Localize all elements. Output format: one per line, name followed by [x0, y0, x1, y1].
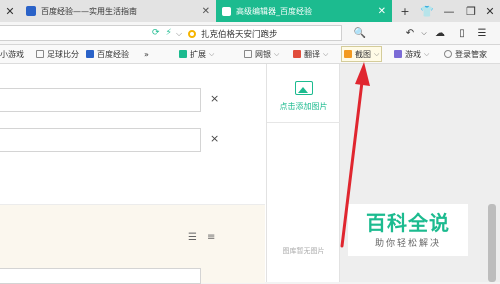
- add-image-button[interactable]: 点击添加图片: [267, 70, 340, 123]
- url-input[interactable]: ⟳ ⚡ ⌵ 扎克伯格天安门跑步: [0, 25, 342, 41]
- image-library-panel: 点击添加图片 图库暂无图片: [266, 64, 340, 282]
- close-tab-icon[interactable]: ✕: [202, 6, 210, 17]
- menu-icon[interactable]: ☰: [474, 24, 490, 42]
- close-tab-icon[interactable]: ✕: [0, 0, 20, 22]
- login-manager-button[interactable]: 登录管家: [444, 45, 487, 63]
- tab-baidu-jingyan[interactable]: 百度经验——实用生活指南 ✕: [20, 0, 216, 22]
- ordered-list-icon[interactable]: ☰: [188, 232, 197, 243]
- title-input[interactable]: [0, 88, 201, 112]
- chevron-down-icon: ⌵: [374, 49, 380, 58]
- tag-input[interactable]: [0, 128, 201, 152]
- remove-button[interactable]: ×: [210, 92, 219, 105]
- chevron-down-icon: ⌵: [209, 49, 215, 58]
- close-window-button[interactable]: ✕: [480, 0, 500, 22]
- baidu-favicon-icon: [222, 6, 231, 16]
- search-icon[interactable]: 🔍: [352, 24, 368, 42]
- chevron-down-icon: ⌵: [424, 49, 430, 58]
- bullet-list-icon[interactable]: ≡: [207, 232, 215, 243]
- translate-button[interactable]: 翻译 ⌵: [293, 45, 328, 63]
- chevron-down-icon[interactable]: ⌵: [176, 29, 182, 39]
- restore-button[interactable]: ❐: [461, 0, 481, 22]
- search-text: 扎克伯格天安门跑步: [201, 30, 278, 40]
- phone-icon[interactable]: ▯: [454, 24, 470, 42]
- search-input[interactable]: 扎克伯格天安门跑步: [188, 27, 278, 41]
- chevron-down-icon[interactable]: ⌵: [416, 24, 432, 42]
- search-engine-icon: [188, 30, 196, 38]
- watermark-title: 百科全说: [366, 210, 450, 235]
- empty-library-text: 图库暂无图片: [282, 247, 325, 255]
- watermark-subtitle: 助你轻松解决: [374, 238, 441, 249]
- address-bar: ⟳ ⚡ ⌵ 扎克伯格天安门跑步 🔍 ↶ ⌵ ☁ ▯ ☰: [0, 22, 500, 45]
- minimize-button[interactable]: —: [439, 0, 459, 22]
- translate-icon: [293, 50, 301, 58]
- tab-title: 百度经验——实用生活指南: [41, 6, 137, 16]
- bookmark-baidu-jingyan[interactable]: 百度经验: [86, 45, 129, 63]
- editor-area: × × ☰ ≡: [0, 64, 265, 284]
- bookmark-bar: 小游戏 足球比分 百度经验 » 扩展 ⌵ 网银 ⌵ 翻译 ⌵ 截图 ⌵ 游戏 ⌵…: [0, 45, 500, 64]
- list-format-controls: ☰ ≡: [188, 232, 215, 243]
- close-tab-icon[interactable]: ✕: [378, 6, 386, 17]
- refresh-icon[interactable]: ⟳: [152, 28, 160, 38]
- scrollbar[interactable]: [488, 204, 496, 282]
- chevron-down-icon: ⌵: [323, 49, 329, 58]
- shirt-icon[interactable]: 👕: [417, 0, 437, 22]
- user-icon: [444, 50, 452, 58]
- shield-icon: [244, 50, 252, 58]
- extensions-button[interactable]: 扩展 ⌵: [179, 45, 214, 63]
- tab-bar: ✕ 百度经验——实用生活指南 ✕ 高级编辑器_百度经验 ✕ + 👕 — ❐ ✕: [0, 0, 500, 23]
- cloud-icon[interactable]: ☁: [432, 24, 448, 42]
- chevron-down-icon: ⌵: [274, 49, 280, 58]
- grid-icon: [179, 50, 187, 58]
- remove-button[interactable]: ×: [210, 132, 219, 145]
- add-image-label: 点击添加图片: [279, 101, 328, 111]
- tab-title: 高级编辑器_百度经验: [236, 6, 312, 16]
- watermark-logo: 百科全说 助你轻松解决: [348, 204, 468, 256]
- baidu-favicon-icon: [86, 50, 94, 58]
- gamepad-icon: [394, 50, 402, 58]
- games-button[interactable]: 游戏 ⌵: [394, 45, 429, 63]
- image-icon: [294, 80, 313, 95]
- baidu-favicon-icon: [26, 6, 36, 16]
- online-banking-button[interactable]: 网银 ⌵: [244, 45, 279, 63]
- page-icon: [36, 50, 44, 58]
- bookmark-mini-games[interactable]: 小游戏: [0, 45, 24, 63]
- tab-advanced-editor[interactable]: 高级编辑器_百度经验 ✕: [216, 0, 392, 22]
- new-tab-button[interactable]: +: [395, 0, 415, 22]
- lightning-icon[interactable]: ⚡: [166, 28, 172, 38]
- scissors-icon: [344, 50, 352, 58]
- bookmark-overflow-button[interactable]: »: [144, 45, 149, 63]
- page-content: × × ☰ ≡ 点击添加图片 图库暂无图片 百科全说 助你轻松解决: [0, 64, 500, 284]
- bookmark-football-scores[interactable]: 足球比分: [36, 45, 79, 63]
- security-icons: ⟳ ⚡: [152, 28, 172, 38]
- screenshot-button[interactable]: 截图 ⌵: [341, 46, 383, 62]
